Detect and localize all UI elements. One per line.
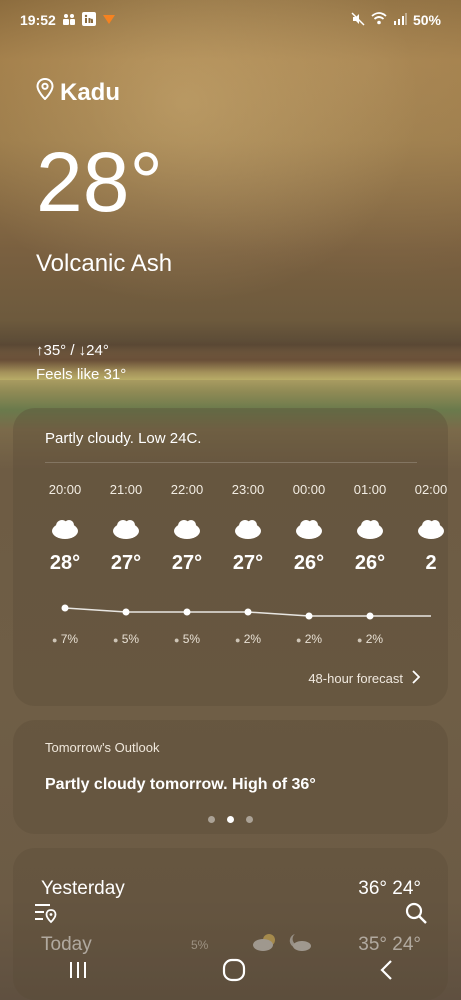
card-divider	[45, 462, 417, 463]
back-button[interactable]	[379, 959, 395, 986]
hour-precipitation: ● 2%	[356, 632, 384, 646]
location-pin-icon	[36, 77, 54, 107]
signal-icon	[393, 12, 407, 28]
raindrop-icon: ●	[112, 635, 119, 645]
notification-icon	[102, 13, 116, 28]
raindrop-icon: ●	[51, 635, 58, 645]
partly-cloudy-night-icon	[35, 510, 95, 546]
hour-precipitation: ● 5%	[173, 632, 201, 646]
partly-cloudy-night-icon	[157, 510, 217, 546]
home-icon	[222, 958, 245, 981]
trend-point	[244, 608, 252, 616]
page-indicator	[13, 816, 448, 823]
raindrop-icon: ●	[234, 635, 241, 645]
status-left: 19:52	[20, 11, 116, 29]
trend-point	[366, 612, 374, 620]
hour-time: 21:00	[109, 482, 143, 497]
current-temperature: 28°	[36, 135, 164, 229]
hour-time: 22:00	[170, 482, 204, 497]
manage-locations-button[interactable]	[34, 902, 58, 929]
day-temps: 36° 24°	[358, 878, 421, 899]
battery-level: 50%	[412, 12, 441, 28]
hour-precipitation: ● 2%	[234, 632, 262, 646]
page-dot	[227, 816, 234, 823]
page-dot	[208, 816, 215, 823]
outlook-title: Tomorrow's Outlook	[45, 740, 160, 755]
wifi-icon	[371, 12, 387, 28]
raindrop-icon: ●	[173, 635, 180, 645]
hourly-summary: Partly cloudy. Low 24C.	[45, 430, 202, 447]
hour-time: 01:00	[353, 482, 387, 497]
day-row-yesterday[interactable]: Yesterday 36° 24°	[41, 878, 421, 900]
raindrop-icon: ●	[356, 635, 363, 645]
search-button[interactable]	[405, 902, 427, 929]
partly-cloudy-night-icon	[96, 510, 156, 546]
current-condition: Volcanic Ash	[36, 250, 173, 277]
temperature-trend-chart	[61, 604, 431, 620]
hour-precipitation: ● 2%	[295, 632, 323, 646]
hour-precipitation: ● 7%	[51, 632, 79, 646]
trend-point	[305, 612, 313, 620]
hour-time: 23:00	[231, 482, 265, 497]
recent-apps-icon	[69, 961, 86, 978]
raindrop-icon: ●	[295, 635, 302, 645]
partly-cloudy-night-icon	[218, 510, 278, 546]
status-time: 19:52	[20, 12, 56, 28]
hour-precipitation: ● 5%	[112, 632, 140, 646]
location-list-icon	[35, 904, 57, 924]
back-icon	[379, 959, 392, 980]
hourly-forecast-card[interactable]: Partly cloudy. Low 24C. 20:00 28° ● 7% 21:0…	[13, 408, 448, 706]
hour-time: 20:00	[48, 482, 82, 497]
trend-point	[122, 608, 130, 616]
status-bar: 19:52 50%	[0, 0, 461, 40]
48-hour-forecast-link[interactable]: 48-hour forecast	[308, 670, 421, 687]
trend-point	[183, 608, 191, 616]
trend-point	[61, 604, 69, 612]
hour-time: 02:00	[414, 482, 448, 497]
search-icon	[405, 902, 427, 924]
tomorrow-outlook-card[interactable]: Tomorrow's Outlook Partly cloudy tomorro…	[13, 720, 448, 834]
system-navigation-bar	[0, 944, 461, 1000]
high-low-temperature: ↑35° / ↓24°	[36, 342, 109, 359]
partly-cloudy-night-icon	[279, 510, 339, 546]
feels-like: Feels like 31°	[36, 366, 127, 383]
mute-icon	[351, 11, 365, 29]
location-name: Kadu	[60, 78, 120, 106]
hour-time: 00:00	[292, 482, 326, 497]
partly-cloudy-night-icon	[401, 510, 448, 546]
recent-apps-button[interactable]	[67, 960, 89, 985]
linkedin-icon	[81, 11, 96, 29]
location-header[interactable]: Kadu	[36, 77, 120, 107]
status-right: 50%	[351, 11, 441, 29]
forecast-link-label: 48-hour forecast	[308, 671, 403, 686]
home-button[interactable]	[222, 958, 246, 987]
teams-icon	[62, 13, 76, 28]
hourly-scroll[interactable]: 20:00 28° ● 7% 21:00 27° ● 5% 22:00 27° ● 5% 23:0…	[13, 482, 448, 652]
page-dot	[246, 816, 253, 823]
outlook-text: Partly cloudy tomorrow. High of 36°	[45, 776, 316, 793]
partly-cloudy-night-icon	[340, 510, 400, 546]
day-name: Yesterday	[41, 878, 125, 899]
chevron-right-icon	[411, 670, 421, 687]
